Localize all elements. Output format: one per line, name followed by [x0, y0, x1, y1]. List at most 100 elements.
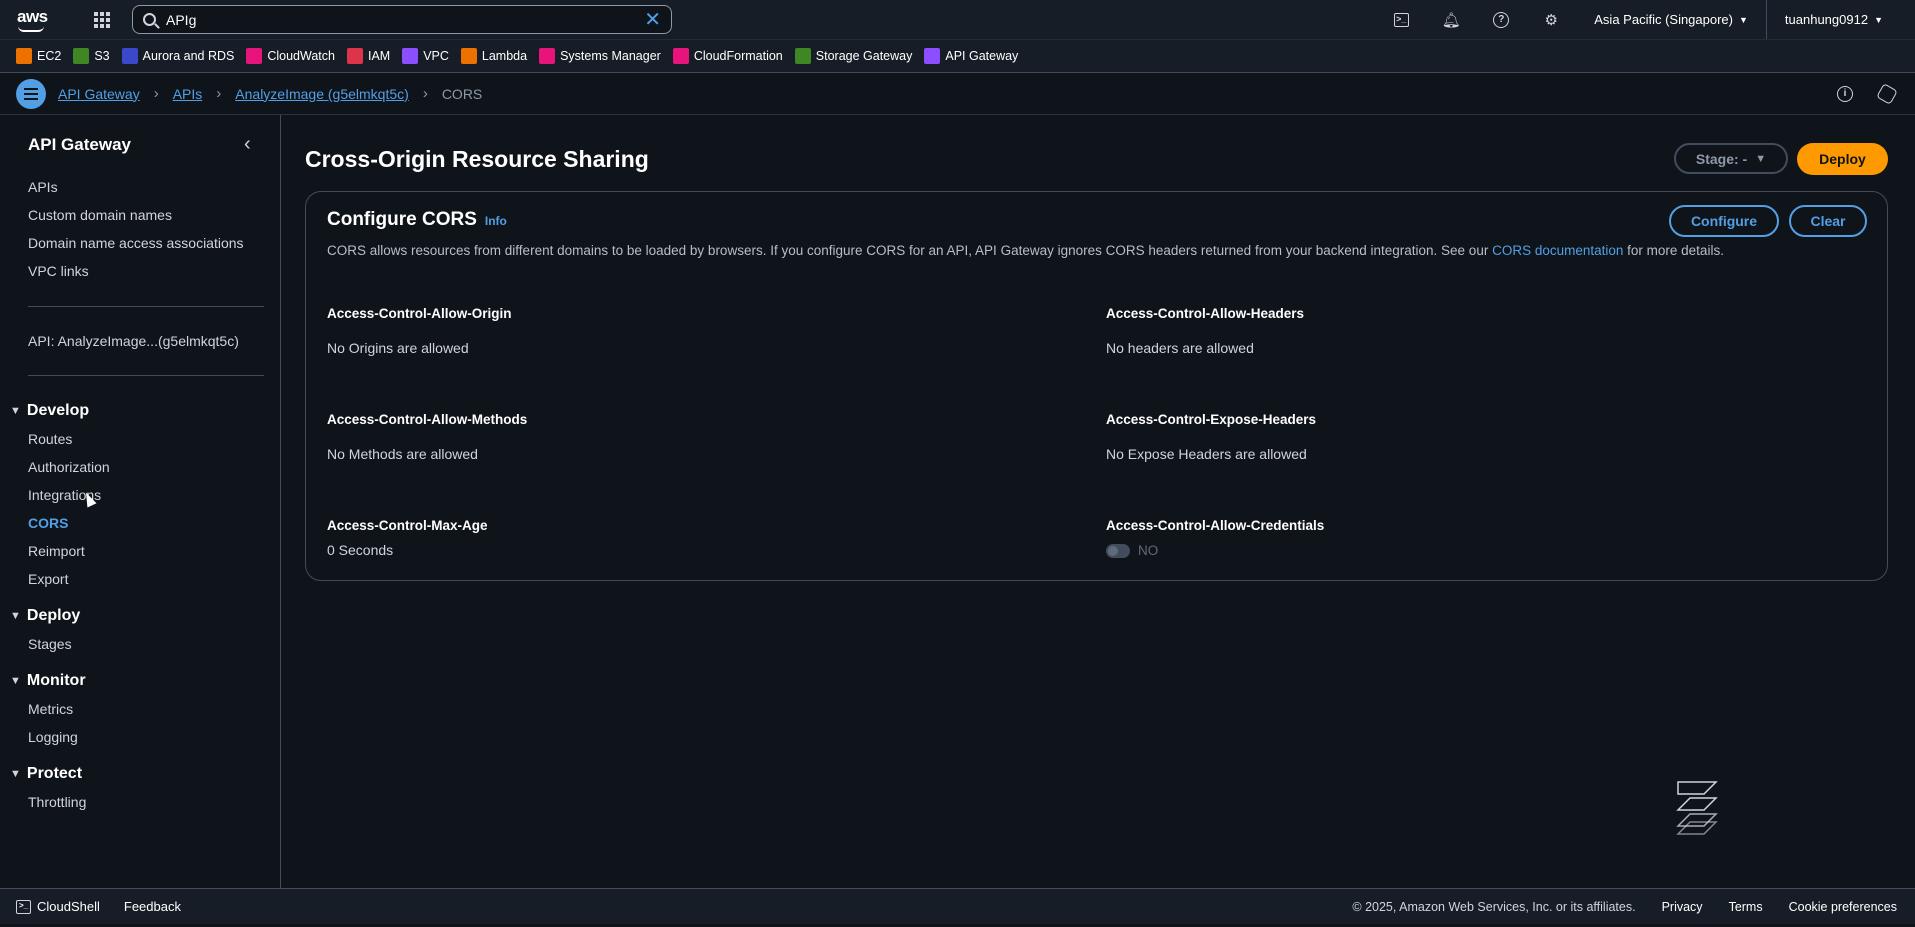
card-title: Configure CORS Info: [327, 209, 507, 231]
favorite-storage-gateway[interactable]: Storage Gateway: [794, 48, 912, 64]
service-icon: [794, 48, 811, 64]
sidebar-item-authorization[interactable]: Authorization: [28, 459, 110, 475]
allow-methods-value: No Methods are allowed: [327, 446, 478, 462]
clear-search-icon[interactable]: ✕: [644, 10, 661, 30]
card-description: CORS allows resources from different dom…: [327, 243, 1724, 258]
sidebar-section-deploy[interactable]: ▼ Deploy: [10, 607, 80, 625]
allow-headers-value: No headers are allowed: [1106, 340, 1254, 356]
region-selector[interactable]: Asia Pacific (Singapore) ▼: [1576, 0, 1766, 39]
sidebar-item-cors[interactable]: CORS: [28, 515, 68, 531]
section-label: Protect: [26, 765, 83, 782]
stage-selector[interactable]: Stage: - ▼: [1674, 143, 1788, 174]
terms-link[interactable]: Terms: [1729, 900, 1763, 914]
cors-documentation-link[interactable]: CORS documentation: [1492, 243, 1623, 258]
service-icon: [73, 48, 90, 64]
service-icon: [121, 48, 138, 64]
favorite-systems-manager[interactable]: Systems Manager: [539, 48, 661, 64]
allow-methods-label: Access-Control-Allow-Methods: [327, 412, 528, 427]
account-menu[interactable]: tuanhung0912 ▼: [1765, 0, 1901, 39]
favorite-aurora-and-rds[interactable]: Aurora and RDS: [121, 48, 234, 64]
info-link[interactable]: Info: [485, 214, 507, 228]
favorite-cloudwatch[interactable]: CloudWatch: [246, 48, 335, 64]
breadcrumb-api-gateway[interactable]: API Gateway: [58, 86, 140, 102]
allow-credentials-label: Access-Control-Allow-Credentials: [1106, 518, 1325, 533]
sidebar-item-stages[interactable]: Stages: [28, 636, 72, 652]
cloudshell-footer-button[interactable]: >_ CloudShell: [16, 899, 100, 914]
nav-right-group: >_ 🔔︎ ? ⚙ Asia Pacific (Singapore) ▼ tua…: [1376, 0, 1901, 39]
sidebar-item-metrics[interactable]: Metrics: [28, 701, 73, 717]
allow-origin-value: No Origins are allowed: [327, 340, 469, 356]
sidebar: API Gateway ‹ APIs Custom domain names D…: [0, 115, 281, 888]
favorite-label: API Gateway: [945, 49, 1019, 63]
max-age-label: Access-Control-Max-Age: [327, 518, 488, 533]
collapse-sidebar-icon[interactable]: ‹: [244, 133, 251, 156]
chevron-right-icon: ›: [153, 85, 159, 102]
help-icon: ?: [1493, 11, 1510, 28]
deploy-button[interactable]: Deploy: [1797, 143, 1888, 175]
section-label: Monitor: [26, 672, 86, 689]
notifications-button[interactable]: 🔔︎: [1426, 0, 1476, 39]
feedback-link[interactable]: Feedback: [124, 899, 181, 914]
sidebar-section-develop[interactable]: ▼ Develop: [10, 402, 89, 420]
service-icon: [16, 48, 32, 64]
gear-icon: ⚙: [1544, 11, 1558, 29]
favorites-bar: EC2 S3 Aurora and RDS CloudWatch IAM VPC Lambd…: [0, 39, 1915, 73]
sidebar-item-throttling[interactable]: Throttling: [28, 794, 86, 810]
sidebar-item-custom-domain-names[interactable]: Custom domain names: [28, 207, 172, 223]
info-panel-icon[interactable]: i: [1837, 86, 1853, 102]
aws-logo[interactable]: aws: [14, 5, 54, 35]
clear-button[interactable]: Clear: [1789, 205, 1867, 237]
favorite-label: CloudFormation: [693, 49, 783, 63]
footer: >_ CloudShell Feedback © 2025, Amazon We…: [0, 888, 1915, 924]
sidebar-item-routes[interactable]: Routes: [28, 431, 72, 447]
aws-smile-icon: [18, 26, 44, 32]
breadcrumb-api[interactable]: AnalyzeImage (g5elmkqt5c): [235, 86, 409, 102]
cloudshell-label: CloudShell: [37, 899, 100, 914]
sidebar-item-logging[interactable]: Logging: [28, 729, 78, 745]
section-label: Develop: [26, 402, 90, 419]
sidebar-section-monitor[interactable]: ▼ Monitor: [10, 672, 86, 690]
sidebar-item-reimport[interactable]: Reimport: [28, 543, 85, 559]
sidebar-item-domain-name-access-associations[interactable]: Domain name access associations: [28, 235, 244, 251]
help-button[interactable]: ?: [1476, 0, 1526, 39]
sidebar-item-api[interactable]: API: AnalyzeImage...(g5elmkqt5c): [28, 333, 239, 349]
sidebar-title: API Gateway: [28, 135, 131, 154]
services-grid-icon[interactable]: [94, 11, 110, 28]
allow-headers-label: Access-Control-Allow-Headers: [1106, 306, 1305, 321]
sidebar-item-vpc-links[interactable]: VPC links: [28, 263, 89, 279]
favorite-s3[interactable]: S3: [73, 48, 110, 64]
triangle-down-icon: ▼: [10, 675, 21, 687]
cloudshell-icon: >_: [1393, 12, 1409, 27]
sidebar-section-protect[interactable]: ▼ Protect: [10, 765, 82, 783]
menu-toggle-icon[interactable]: [16, 78, 46, 109]
favorite-label: Lambda: [481, 49, 528, 63]
sidebar-divider: [28, 375, 264, 376]
tools-panel-icon[interactable]: [1876, 83, 1898, 105]
settings-button[interactable]: ⚙: [1526, 0, 1576, 39]
service-icon: [346, 48, 363, 64]
configure-button[interactable]: Configure: [1669, 205, 1779, 237]
favorite-ec2[interactable]: EC2: [16, 48, 61, 64]
favorite-label: IAM: [367, 49, 391, 63]
favorite-vpc[interactable]: VPC: [402, 48, 449, 64]
breadcrumb-apis[interactable]: APIs: [173, 86, 203, 102]
service-icon: [402, 48, 419, 64]
favorite-iam[interactable]: IAM: [346, 48, 391, 64]
search-icon: [143, 13, 156, 26]
favorite-label: Systems Manager: [560, 49, 661, 63]
favorite-api-gateway[interactable]: API Gateway: [924, 48, 1018, 64]
privacy-link[interactable]: Privacy: [1662, 900, 1703, 914]
max-age-value: 0 Seconds: [327, 542, 394, 558]
sidebar-item-export[interactable]: Export: [28, 571, 68, 587]
favorite-lambda[interactable]: Lambda: [460, 48, 528, 64]
search-input[interactable]: [166, 11, 645, 28]
sidebar-item-apis[interactable]: APIs: [28, 179, 58, 195]
allow-credentials-toggle: [1106, 544, 1130, 558]
account-label: tuanhung0912: [1784, 12, 1869, 27]
favorite-cloudformation[interactable]: CloudFormation: [672, 48, 783, 64]
cloudshell-nav-button[interactable]: >_: [1376, 0, 1426, 39]
cookie-preferences-link[interactable]: Cookie preferences: [1789, 900, 1897, 914]
search-bar: ✕: [132, 5, 672, 34]
caret-down-icon: ▼: [1739, 14, 1748, 25]
caret-down-icon: ▼: [1755, 152, 1767, 165]
